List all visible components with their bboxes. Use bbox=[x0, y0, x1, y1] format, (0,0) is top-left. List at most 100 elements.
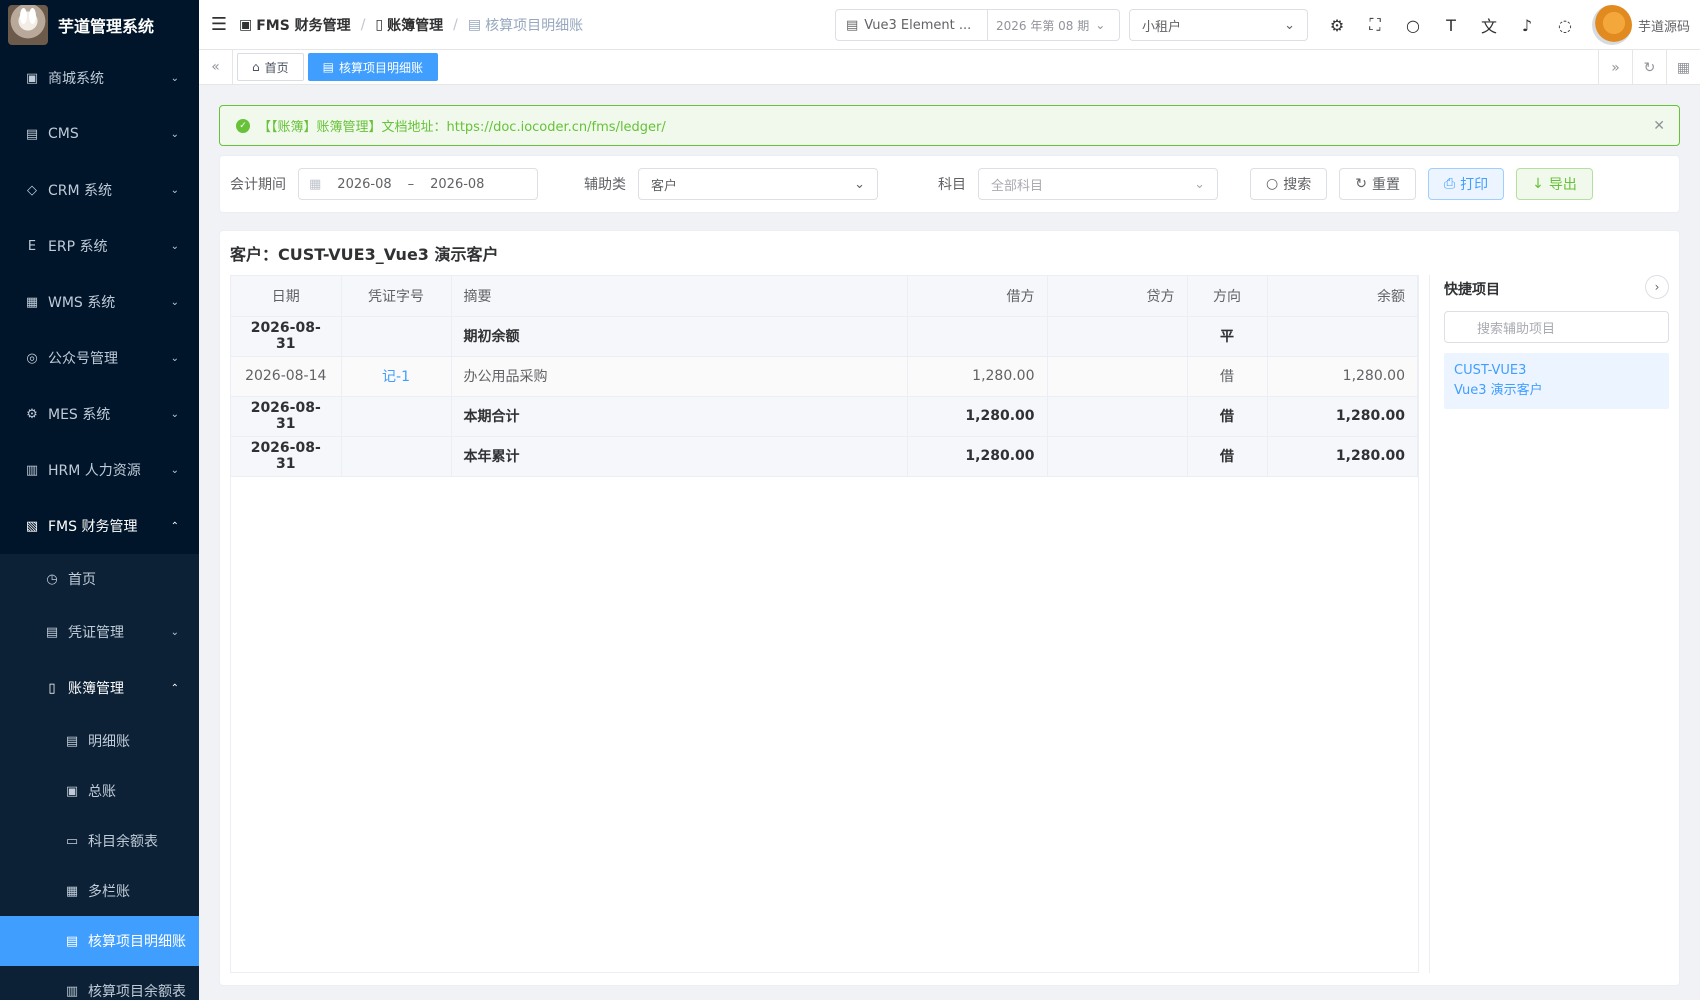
print-button[interactable]: ⎙ 打印 bbox=[1427, 168, 1505, 200]
tenant-select[interactable]: 小租户 ⌄ bbox=[1128, 9, 1308, 41]
cell-summary: 本年累计 bbox=[451, 436, 908, 477]
fms-submenu: ◷ 首页 ▤ 凭证管理 ⌄ ▯ 账簿管理 ⌃ ▤ 明细账 ▣ 总账 ▭ 科目余额… bbox=[0, 554, 199, 1000]
home-icon: ⌂ bbox=[252, 60, 260, 74]
account-book-name[interactable]: ▤ Vue3 Element ... bbox=[836, 10, 988, 40]
translate-icon[interactable]: 文 bbox=[1470, 13, 1508, 37]
tags-scroll-left-icon[interactable]: « bbox=[199, 49, 233, 85]
table-header-row: 日期 凭证字号 摘要 借方 贷方 方向 余额 bbox=[231, 276, 1418, 317]
dashboard-icon: ◷ bbox=[46, 571, 58, 587]
sidebar-item-general-ledger[interactable]: ▣ 总账 bbox=[0, 766, 199, 816]
export-button-label: 导出 bbox=[1548, 177, 1577, 193]
cell-debit: 1,280.00 bbox=[907, 396, 1048, 437]
cell-direction: 借 bbox=[1187, 356, 1268, 397]
message-icon[interactable]: ◌ bbox=[1546, 16, 1584, 35]
chevron-up-icon: ⌃ bbox=[170, 682, 179, 694]
breadcrumb-separator: / bbox=[360, 16, 366, 33]
quick-search-input[interactable]: 搜索辅助项目 bbox=[1444, 311, 1669, 343]
cell-credit bbox=[1047, 436, 1188, 477]
fullscreen-icon[interactable]: ⛶ bbox=[1356, 15, 1394, 35]
sidebar-item-fms[interactable]: ▧ FMS 财务管理 ⌃ bbox=[0, 498, 199, 554]
sidebar-item-label: HRM 人力资源 bbox=[48, 463, 141, 479]
sidebar-item-detail-ledger[interactable]: ▤ 明细账 bbox=[0, 716, 199, 766]
chevron-down-icon: ⌄ bbox=[1095, 18, 1106, 32]
chevron-down-icon: ⌄ bbox=[170, 352, 179, 364]
search-icon[interactable]: ○ bbox=[1394, 16, 1432, 35]
account-period-select[interactable]: 2026 年第 08 期 ⌄ bbox=[988, 17, 1113, 34]
sidebar-item-mall[interactable]: ▣ 商城系统 ⌄ bbox=[0, 50, 199, 106]
check-circle-icon: ✓ bbox=[236, 118, 250, 133]
main-content: ✓ 【【账簿】账簿管理】文档地址：https://doc.iocoder.cn/… bbox=[199, 86, 1700, 1000]
user-name: 芋道源码 bbox=[1637, 19, 1690, 35]
tag-current[interactable]: ▤ 核算项目明细账 bbox=[307, 53, 438, 81]
breadcrumb-item[interactable]: ▣ FMS 财务管理 bbox=[239, 15, 351, 35]
reset-button[interactable]: ↻ 重置 bbox=[1339, 168, 1416, 200]
sidebar-item-mes[interactable]: ⚙ MES 系统 ⌄ bbox=[0, 386, 199, 442]
settings-gear-icon[interactable]: ⚙ bbox=[1318, 16, 1356, 35]
erp-icon: E bbox=[27, 238, 37, 254]
chevron-down-icon: ⌄ bbox=[170, 626, 179, 638]
search-form: 会计期间 ▦ 2026-08 – 2026-08 辅助类 客户 ⌄ 科目 全部科… bbox=[219, 155, 1680, 213]
period-end[interactable]: 2026-08 bbox=[430, 177, 484, 192]
sidebar-item-cms[interactable]: ▤ CMS ⌄ bbox=[0, 106, 199, 162]
printer-icon: ⎙ bbox=[1443, 176, 1456, 192]
sidebar-item-label: 商城系统 bbox=[48, 71, 104, 87]
sidebar-item-label: 明细账 bbox=[88, 734, 130, 750]
sidebar-item-wms[interactable]: ▦ WMS 系统 ⌄ bbox=[0, 274, 199, 330]
chevron-down-icon: ⌄ bbox=[1284, 17, 1295, 33]
book-icon: ▤ bbox=[845, 17, 859, 33]
ledger-card: 客户：CUST-VUE3_Vue3 演示客户 日期 凭证字号 摘要 借方 贷方 … bbox=[219, 230, 1680, 986]
sidebar-item-multi-column[interactable]: ▦ 多栏账 bbox=[0, 866, 199, 916]
document-icon: ▤ bbox=[65, 933, 79, 949]
export-button[interactable]: ↓ 导出 bbox=[1516, 168, 1593, 200]
sidebar-item-aux-detail[interactable]: ▤ 核算项目明细账 bbox=[0, 916, 199, 966]
breadcrumb-item[interactable]: ▯ 账簿管理 bbox=[375, 15, 443, 35]
aux-type-select[interactable]: 客户 ⌄ bbox=[638, 168, 878, 200]
subject-select[interactable]: 全部科目 ⌄ bbox=[978, 168, 1218, 200]
cell-date: 2026-08-31 bbox=[231, 316, 342, 357]
period-label: 会计期间 bbox=[230, 177, 286, 193]
sidebar-item-mp[interactable]: ◎ 公众号管理 ⌄ bbox=[0, 330, 199, 386]
user-menu[interactable]: 芋道源码 bbox=[1591, 5, 1690, 45]
sidebar-item-erp[interactable]: E ERP 系统 ⌄ bbox=[0, 218, 199, 274]
tags-scroll-right-icon[interactable]: » bbox=[1598, 50, 1632, 85]
customer-title: 客户：CUST-VUE3_Vue3 演示客户 bbox=[230, 245, 499, 264]
font-size-icon[interactable]: T bbox=[1432, 16, 1470, 35]
bell-icon[interactable]: ♪ bbox=[1508, 16, 1546, 35]
chevron-down-icon: ⌄ bbox=[854, 176, 865, 192]
search-button[interactable]: ○ 搜索 bbox=[1250, 168, 1328, 200]
chevron-right-icon[interactable]: › bbox=[1645, 275, 1669, 299]
sidebar-item-crm[interactable]: ◇ CRM 系统 ⌄ bbox=[0, 162, 199, 218]
table-row: 2026-08-31 期初余额 平 bbox=[231, 316, 1418, 357]
sidebar-item-hrm[interactable]: ▥ HRM 人力资源 ⌄ bbox=[0, 442, 199, 498]
download-icon: ↓ bbox=[1532, 176, 1544, 192]
alert-text[interactable]: 【【账簿】账簿管理】文档地址：https://doc.iocoder.cn/fm… bbox=[258, 116, 666, 135]
chevron-down-icon: ⌄ bbox=[1194, 176, 1205, 192]
subject-label: 科目 bbox=[938, 177, 966, 193]
chevron-down-icon: ⌄ bbox=[170, 72, 179, 84]
period-separator: – bbox=[407, 176, 415, 192]
sidebar-item-ledger[interactable]: ▯ 账簿管理 ⌃ bbox=[0, 660, 199, 716]
quick-item[interactable]: CUST-VUE3 Vue3 演示客户 bbox=[1444, 353, 1669, 409]
close-icon[interactable]: ✕ bbox=[1653, 118, 1665, 134]
tag-home[interactable]: ⌂ 首页 bbox=[237, 53, 304, 81]
print-button-label: 打印 bbox=[1460, 177, 1489, 193]
sidebar-item-fms-home[interactable]: ◷ 首页 bbox=[0, 554, 199, 604]
book-icon: ▯ bbox=[375, 16, 384, 33]
sidebar-item-voucher[interactable]: ▤ 凭证管理 ⌄ bbox=[0, 604, 199, 660]
sidebar-item-label: WMS 系统 bbox=[48, 295, 116, 311]
cell-balance: 1,280.00 bbox=[1267, 356, 1418, 397]
voucher-link[interactable]: 记-1 bbox=[341, 356, 452, 397]
breadcrumb-label: 账簿管理 bbox=[387, 17, 444, 34]
period-start[interactable]: 2026-08 bbox=[337, 177, 391, 192]
refresh-icon[interactable]: ↻ bbox=[1632, 50, 1666, 85]
sidebar-item-subject-balance[interactable]: ▭ 科目余额表 bbox=[0, 816, 199, 866]
grid-menu-icon[interactable]: ▦ bbox=[1666, 50, 1700, 85]
cell-direction: 平 bbox=[1187, 316, 1268, 357]
period-range-picker[interactable]: ▦ 2026-08 – 2026-08 bbox=[298, 168, 538, 200]
hamburger-icon[interactable]: ☰ bbox=[199, 14, 239, 35]
quick-items-panel: 快捷项目 › 搜索辅助项目 CUST-VUE3 Vue3 演示客户 bbox=[1429, 275, 1669, 973]
sidebar-item-aux-balance[interactable]: ▥ 核算项目余额表 bbox=[0, 966, 199, 1000]
cell-direction: 借 bbox=[1187, 396, 1268, 437]
app-logo[interactable]: 芋道管理系统 bbox=[0, 0, 199, 50]
account-book-select[interactable]: ▤ Vue3 Element ... 2026 年第 08 期 ⌄ bbox=[834, 9, 1120, 41]
